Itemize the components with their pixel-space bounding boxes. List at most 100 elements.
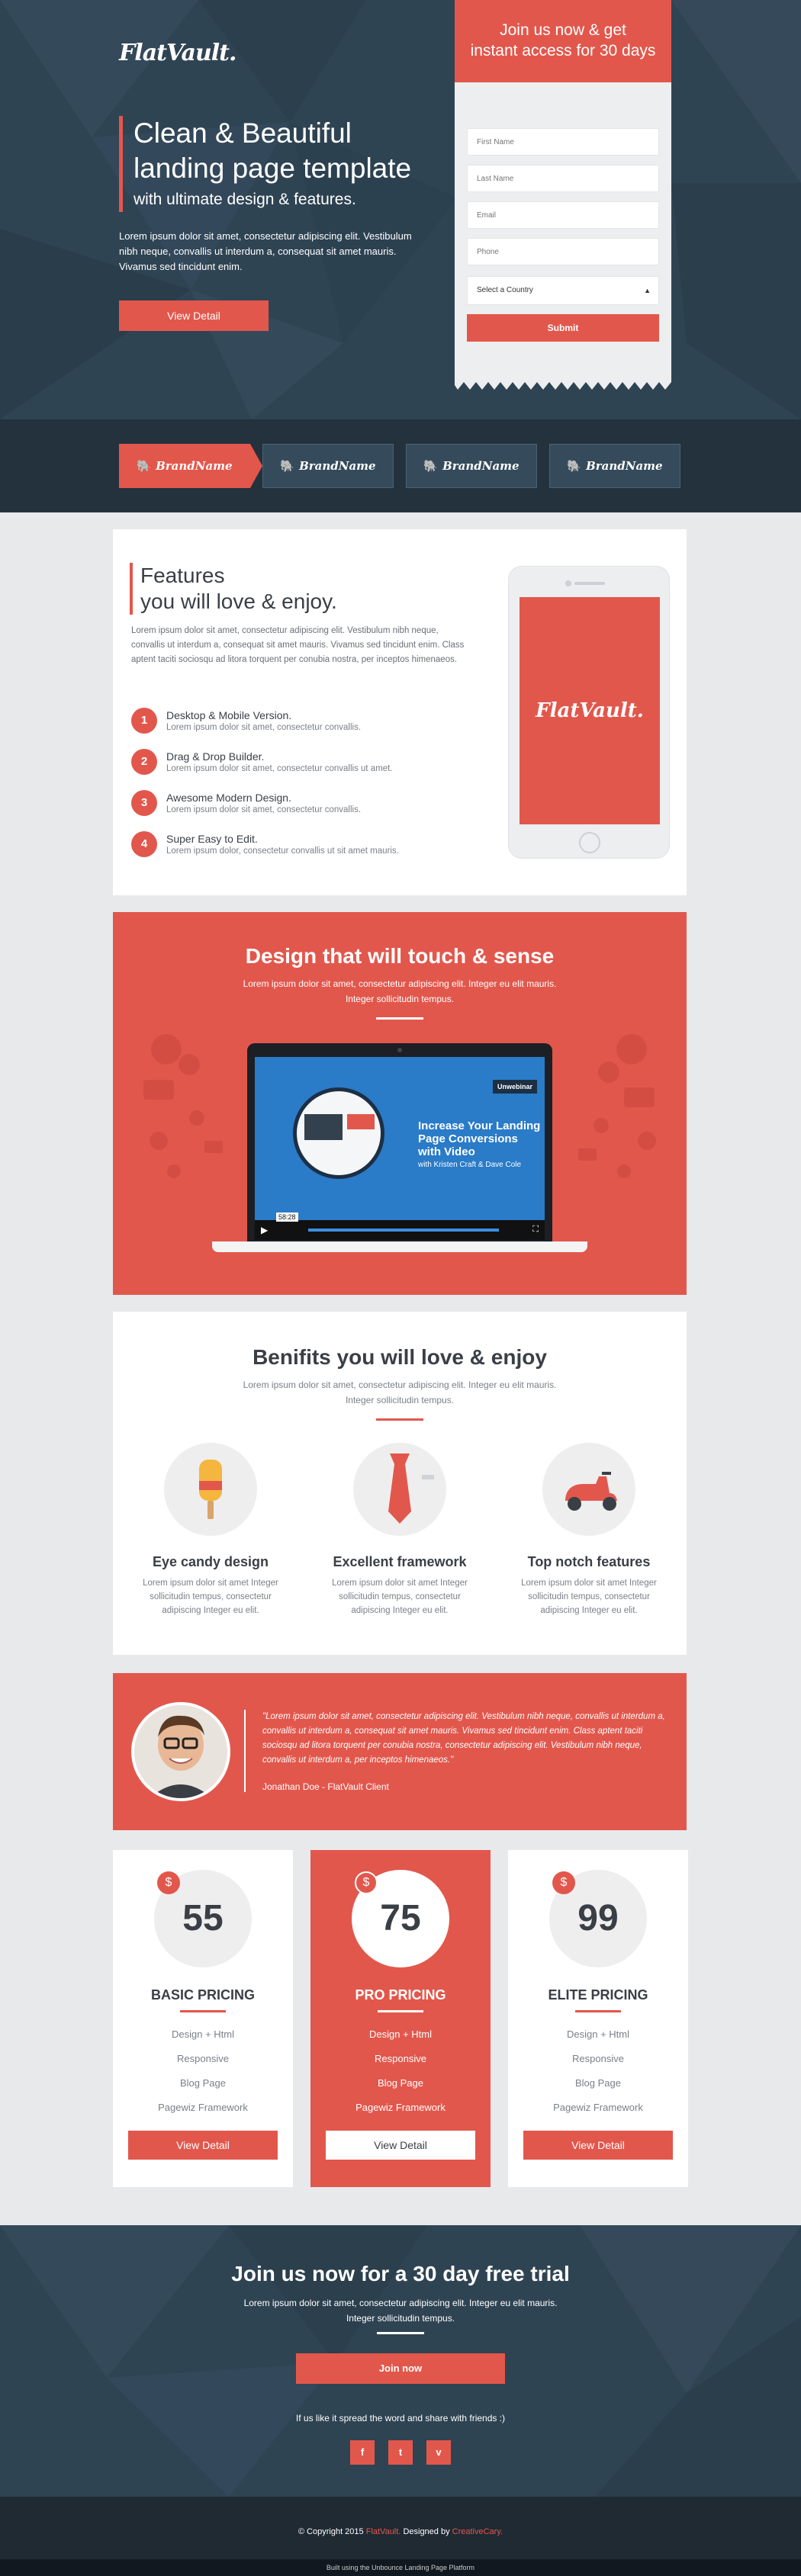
landing-page: FlatVault. Clean & Beautiful landing page… xyxy=(0,0,801,2576)
designer-link[interactable]: CreativeCary. xyxy=(452,2527,503,2536)
testimonial-author: Jonathan Doe - FlatVault Client xyxy=(262,1781,389,1792)
feature-sub: Lorem ipsum dolor, consectetur convallis… xyxy=(166,846,399,856)
submit-button[interactable]: Submit xyxy=(467,314,659,342)
pricing-feature: Design + Html xyxy=(369,2028,432,2040)
country-select[interactable]: Select a Country ▲ xyxy=(467,276,659,305)
footer-brand-link[interactable]: FlatVault. xyxy=(366,2527,401,2536)
zigzag-edge xyxy=(455,376,671,390)
phone-speaker xyxy=(574,582,605,585)
features-title-line2: you will love & enjoy. xyxy=(140,589,337,613)
email-field[interactable] xyxy=(467,201,659,229)
video-presenter xyxy=(304,1114,343,1140)
elite-view-detail-button[interactable]: View Detail xyxy=(523,2131,673,2160)
benefit-title: Eye candy design xyxy=(152,1554,269,1569)
cta-title: Join us now for a 30 day free trial xyxy=(231,2262,570,2285)
laptop-base xyxy=(212,1241,587,1252)
feature-item: 1 Desktop & Mobile Version. Lorem ipsum … xyxy=(131,708,467,749)
pricing-divider xyxy=(180,2010,226,2012)
pricing-feature: Design + Html xyxy=(172,2028,234,2040)
features-desc: Lorem ipsum dolor sit amet, consectetur … xyxy=(131,626,465,664)
benefit-title: Excellent framework xyxy=(333,1554,467,1569)
elephant-icon: 🐘 xyxy=(137,459,152,473)
select-caret-icon: ▲ xyxy=(644,287,651,294)
brand-logo[interactable]: FlatVault. xyxy=(119,40,236,66)
phone-camera xyxy=(565,580,571,586)
pricing-feature: Blog Page xyxy=(378,2077,423,2089)
video-byline: with Kristen Craft & Dave Cole xyxy=(418,1161,522,1169)
video-player[interactable]: Unwebinar Increase Your Landing Page Con… xyxy=(255,1057,545,1240)
testimonial-quote: "Lorem ipsum dolor sit amet, consectetur… xyxy=(262,1712,665,1765)
feature-title: Awesome Modern Design. xyxy=(166,792,291,804)
vimeo-icon[interactable]: v xyxy=(426,2440,451,2465)
benefits-desc-line2: Integer sollicitudin tempus. xyxy=(345,1395,455,1405)
video-progress[interactable] xyxy=(308,1229,499,1232)
benefit-title: Top notch features xyxy=(527,1554,651,1569)
brand-logo-4[interactable]: 🐘 BrandName xyxy=(549,444,680,488)
feature-sub: Lorem ipsum dolor sit amet, consectetur … xyxy=(166,805,362,814)
popsicle-icon xyxy=(164,1443,257,1536)
pricing-card-pro: 75 $ PRO PRICING Design + Html Responsiv… xyxy=(310,1850,491,2187)
fullscreen-icon[interactable]: ⛶ xyxy=(532,1225,539,1235)
brand-logo-3[interactable]: 🐘 BrandName xyxy=(406,444,537,488)
pro-view-detail-button[interactable]: View Detail xyxy=(326,2131,475,2160)
basic-view-detail-button[interactable]: View Detail xyxy=(128,2131,278,2160)
phone-field[interactable] xyxy=(467,238,659,265)
feature-number: 3 xyxy=(131,790,157,816)
first-name-field[interactable] xyxy=(467,128,659,156)
quote-bar xyxy=(244,1710,246,1792)
scooter-icon xyxy=(542,1443,635,1536)
join-now-button[interactable]: Join now xyxy=(296,2353,505,2384)
twitter-icon[interactable]: t xyxy=(388,2440,413,2465)
play-icon[interactable]: ▶ xyxy=(261,1225,268,1235)
features-list: 1 Desktop & Mobile Version. Lorem ipsum … xyxy=(131,708,467,872)
facebook-icon[interactable]: f xyxy=(350,2440,375,2465)
brand-name: BrandName xyxy=(586,459,663,473)
signup-title-line2: instant access for 30 days xyxy=(470,42,656,59)
signup-title-line1: Join us now & get xyxy=(500,21,626,39)
hero-subtitle: with ultimate design & features. xyxy=(134,191,356,208)
video-time: 58:28 xyxy=(276,1213,298,1222)
copyright: © Copyright 2015 FlatVault. Designed by … xyxy=(0,2527,801,2536)
pricing-feature: Responsive xyxy=(375,2053,426,2064)
brand-logo-2[interactable]: 🐘 BrandName xyxy=(262,444,394,488)
hero-section: FlatVault. Clean & Beautiful landing page… xyxy=(0,0,801,419)
cta-desc-line2: Integer sollicitudin tempus. xyxy=(346,2313,455,2324)
feature-title: Drag & Drop Builder. xyxy=(166,750,265,763)
hero-view-detail-button[interactable]: View Detail xyxy=(119,300,269,331)
pricing-feature: Pagewiz Framework xyxy=(355,2102,446,2113)
brand-name: BrandName xyxy=(442,459,520,473)
video-section: Design that will touch & sense Lorem ips… xyxy=(113,912,687,1295)
benefit-item: Eye candy design Lorem ipsum dolor sit a… xyxy=(134,1443,287,1617)
pricing-card-elite: 99 $ ELITE PRICING Design + Html Respons… xyxy=(508,1850,688,2187)
signup-form: Join us now & get instant access for 30 … xyxy=(455,0,671,393)
feature-title: Desktop & Mobile Version. xyxy=(166,709,292,721)
phone-home-button xyxy=(579,832,600,853)
benefit-text: Lorem ipsum dolor sit amet Integer solli… xyxy=(143,1579,278,1615)
pricing-title: PRO PRICING xyxy=(355,1987,446,2003)
pricing-feature: Blog Page xyxy=(575,2077,621,2089)
pricing-feature: Blog Page xyxy=(180,2077,226,2089)
feature-number: 1 xyxy=(131,708,157,734)
currency-badge: $ xyxy=(355,1871,378,1894)
footer: © Copyright 2015 FlatVault. Designed by … xyxy=(0,2497,801,2559)
feature-sub: Lorem ipsum dolor sit amet, consectetur … xyxy=(166,764,393,773)
video-chart-bar xyxy=(347,1114,375,1129)
cta-divider xyxy=(377,2332,424,2334)
hero-heading: Clean & Beautiful landing page template w… xyxy=(119,116,411,212)
features-heading: Features you will love & enjoy. xyxy=(130,563,337,615)
feature-number: 2 xyxy=(131,749,157,775)
designed-by: Designed by xyxy=(403,2527,450,2536)
cta-desc-line1: Lorem ipsum dolor sit amet, consectetur … xyxy=(243,2298,558,2308)
cta-section: Join us now for a 30 day free trial Lore… xyxy=(0,2225,801,2497)
last-name-field[interactable] xyxy=(467,165,659,192)
elephant-icon: 🐘 xyxy=(567,459,582,473)
brand-active-arrow xyxy=(250,444,262,488)
phone-mockup: FlatVault. xyxy=(508,566,670,859)
pricing-feature: Pagewiz Framework xyxy=(158,2102,248,2113)
avatar xyxy=(131,1702,230,1801)
pricing-divider xyxy=(575,2010,621,2012)
brand-logo-1[interactable]: 🐘 BrandName xyxy=(119,444,250,488)
laptop-camera xyxy=(397,1048,402,1052)
benefit-item: Top notch features Lorem ipsum dolor sit… xyxy=(513,1443,665,1617)
video-headline-3: with Video xyxy=(418,1145,475,1158)
